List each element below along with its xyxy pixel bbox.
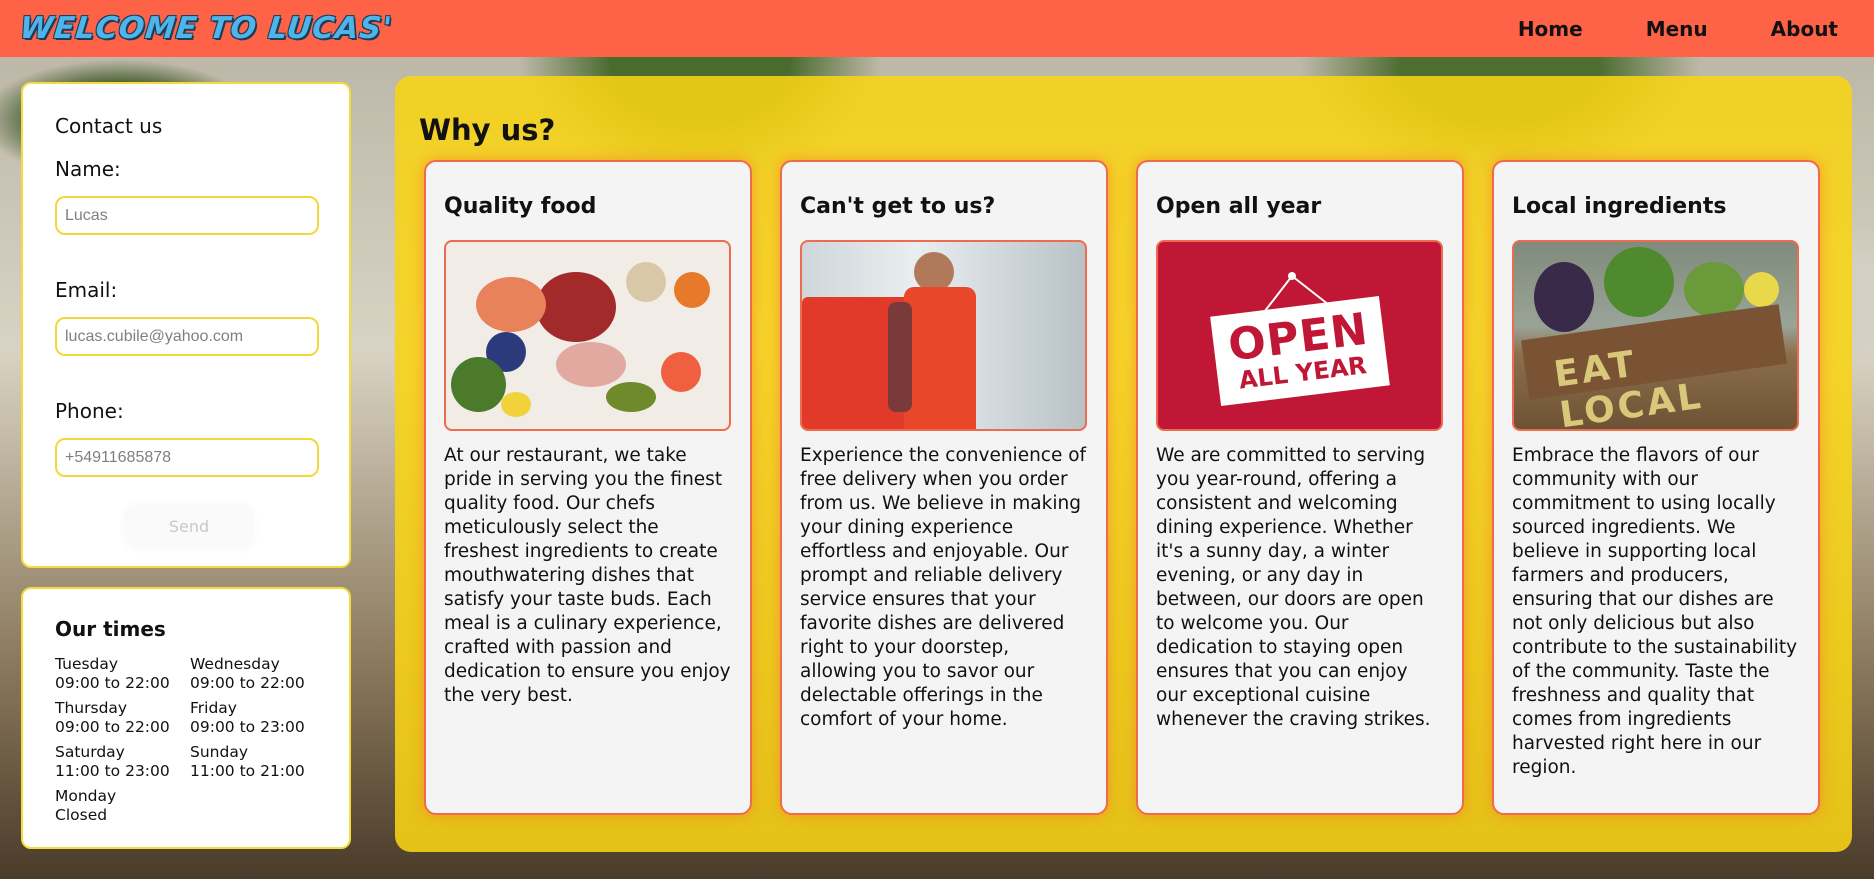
delivery-image bbox=[800, 240, 1087, 431]
card-title: Quality food bbox=[444, 194, 597, 219]
send-button[interactable]: Send bbox=[126, 506, 252, 547]
why-us-title: Why us? bbox=[419, 113, 556, 147]
day-entry: Sunday 11:00 to 21:00 bbox=[190, 743, 305, 780]
times-grid: Tuesday 09:00 to 22:00 Wednesday 09:00 to … bbox=[55, 655, 329, 825]
quality-food-image bbox=[444, 240, 731, 431]
main-nav: Home Menu About bbox=[1455, 17, 1838, 41]
name-input[interactable] bbox=[55, 196, 319, 235]
day-entry: Tuesday 09:00 to 22:00 bbox=[55, 655, 170, 692]
day-entry: Thursday 09:00 to 22:00 bbox=[55, 699, 170, 736]
nav-menu-link[interactable]: Menu bbox=[1646, 17, 1708, 41]
day-entry: Wednesday 09:00 to 22:00 bbox=[190, 655, 305, 692]
feature-card-open-all-year: Open all year OPEN ALL YEAR We are commi… bbox=[1136, 160, 1464, 815]
day-entry: Friday 09:00 to 23:00 bbox=[190, 699, 305, 736]
card-title: Open all year bbox=[1156, 194, 1322, 219]
open-all-year-image: OPEN ALL YEAR bbox=[1156, 240, 1443, 431]
phone-label: Phone: bbox=[55, 399, 124, 423]
day-entry: Monday Closed bbox=[55, 787, 117, 824]
card-title: Can't get to us? bbox=[800, 194, 996, 219]
card-text: At our restaurant, we take pride in serv… bbox=[444, 445, 731, 706]
phone-input[interactable] bbox=[55, 438, 319, 477]
feature-card-quality-food: Quality food At our restaurant, we take … bbox=[424, 160, 752, 815]
card-text: Embrace the flavors of our community wit… bbox=[1512, 445, 1798, 778]
feature-cards: Quality food At our restaurant, we take … bbox=[424, 160, 1820, 815]
email-input[interactable] bbox=[55, 317, 319, 356]
email-label: Email: bbox=[55, 278, 118, 302]
why-us-panel: Why us? Quality food At our restaurant, … bbox=[395, 76, 1852, 852]
nav-about-link[interactable]: About bbox=[1771, 17, 1838, 41]
card-title: Local ingredients bbox=[1512, 194, 1727, 219]
top-bar: WELCOME TO LUCAS' Home Menu About bbox=[0, 0, 1874, 57]
name-label: Name: bbox=[55, 157, 121, 181]
site-logo[interactable]: WELCOME TO LUCAS' bbox=[18, 11, 394, 46]
feature-card-delivery: Can't get to us? Experience the convenie… bbox=[780, 160, 1108, 815]
nav-home-link[interactable]: Home bbox=[1518, 17, 1583, 41]
contact-form-card: Contact us Name: Email: Phone: Send bbox=[21, 82, 351, 568]
card-text: Experience the convenience of free deliv… bbox=[800, 445, 1087, 730]
opening-times-card: Our times Tuesday 09:00 to 22:00 Wednesda… bbox=[21, 587, 351, 849]
day-entry: Saturday 11:00 to 23:00 bbox=[55, 743, 170, 780]
times-title: Our times bbox=[55, 617, 166, 641]
eat-local-image: EAT LOCAL bbox=[1512, 240, 1799, 431]
contact-title: Contact us bbox=[55, 114, 163, 138]
feature-card-local-ingredients: Local ingredients EAT LOCAL Embrace the … bbox=[1492, 160, 1820, 815]
card-text: We are committed to serving you year-rou… bbox=[1156, 445, 1431, 730]
